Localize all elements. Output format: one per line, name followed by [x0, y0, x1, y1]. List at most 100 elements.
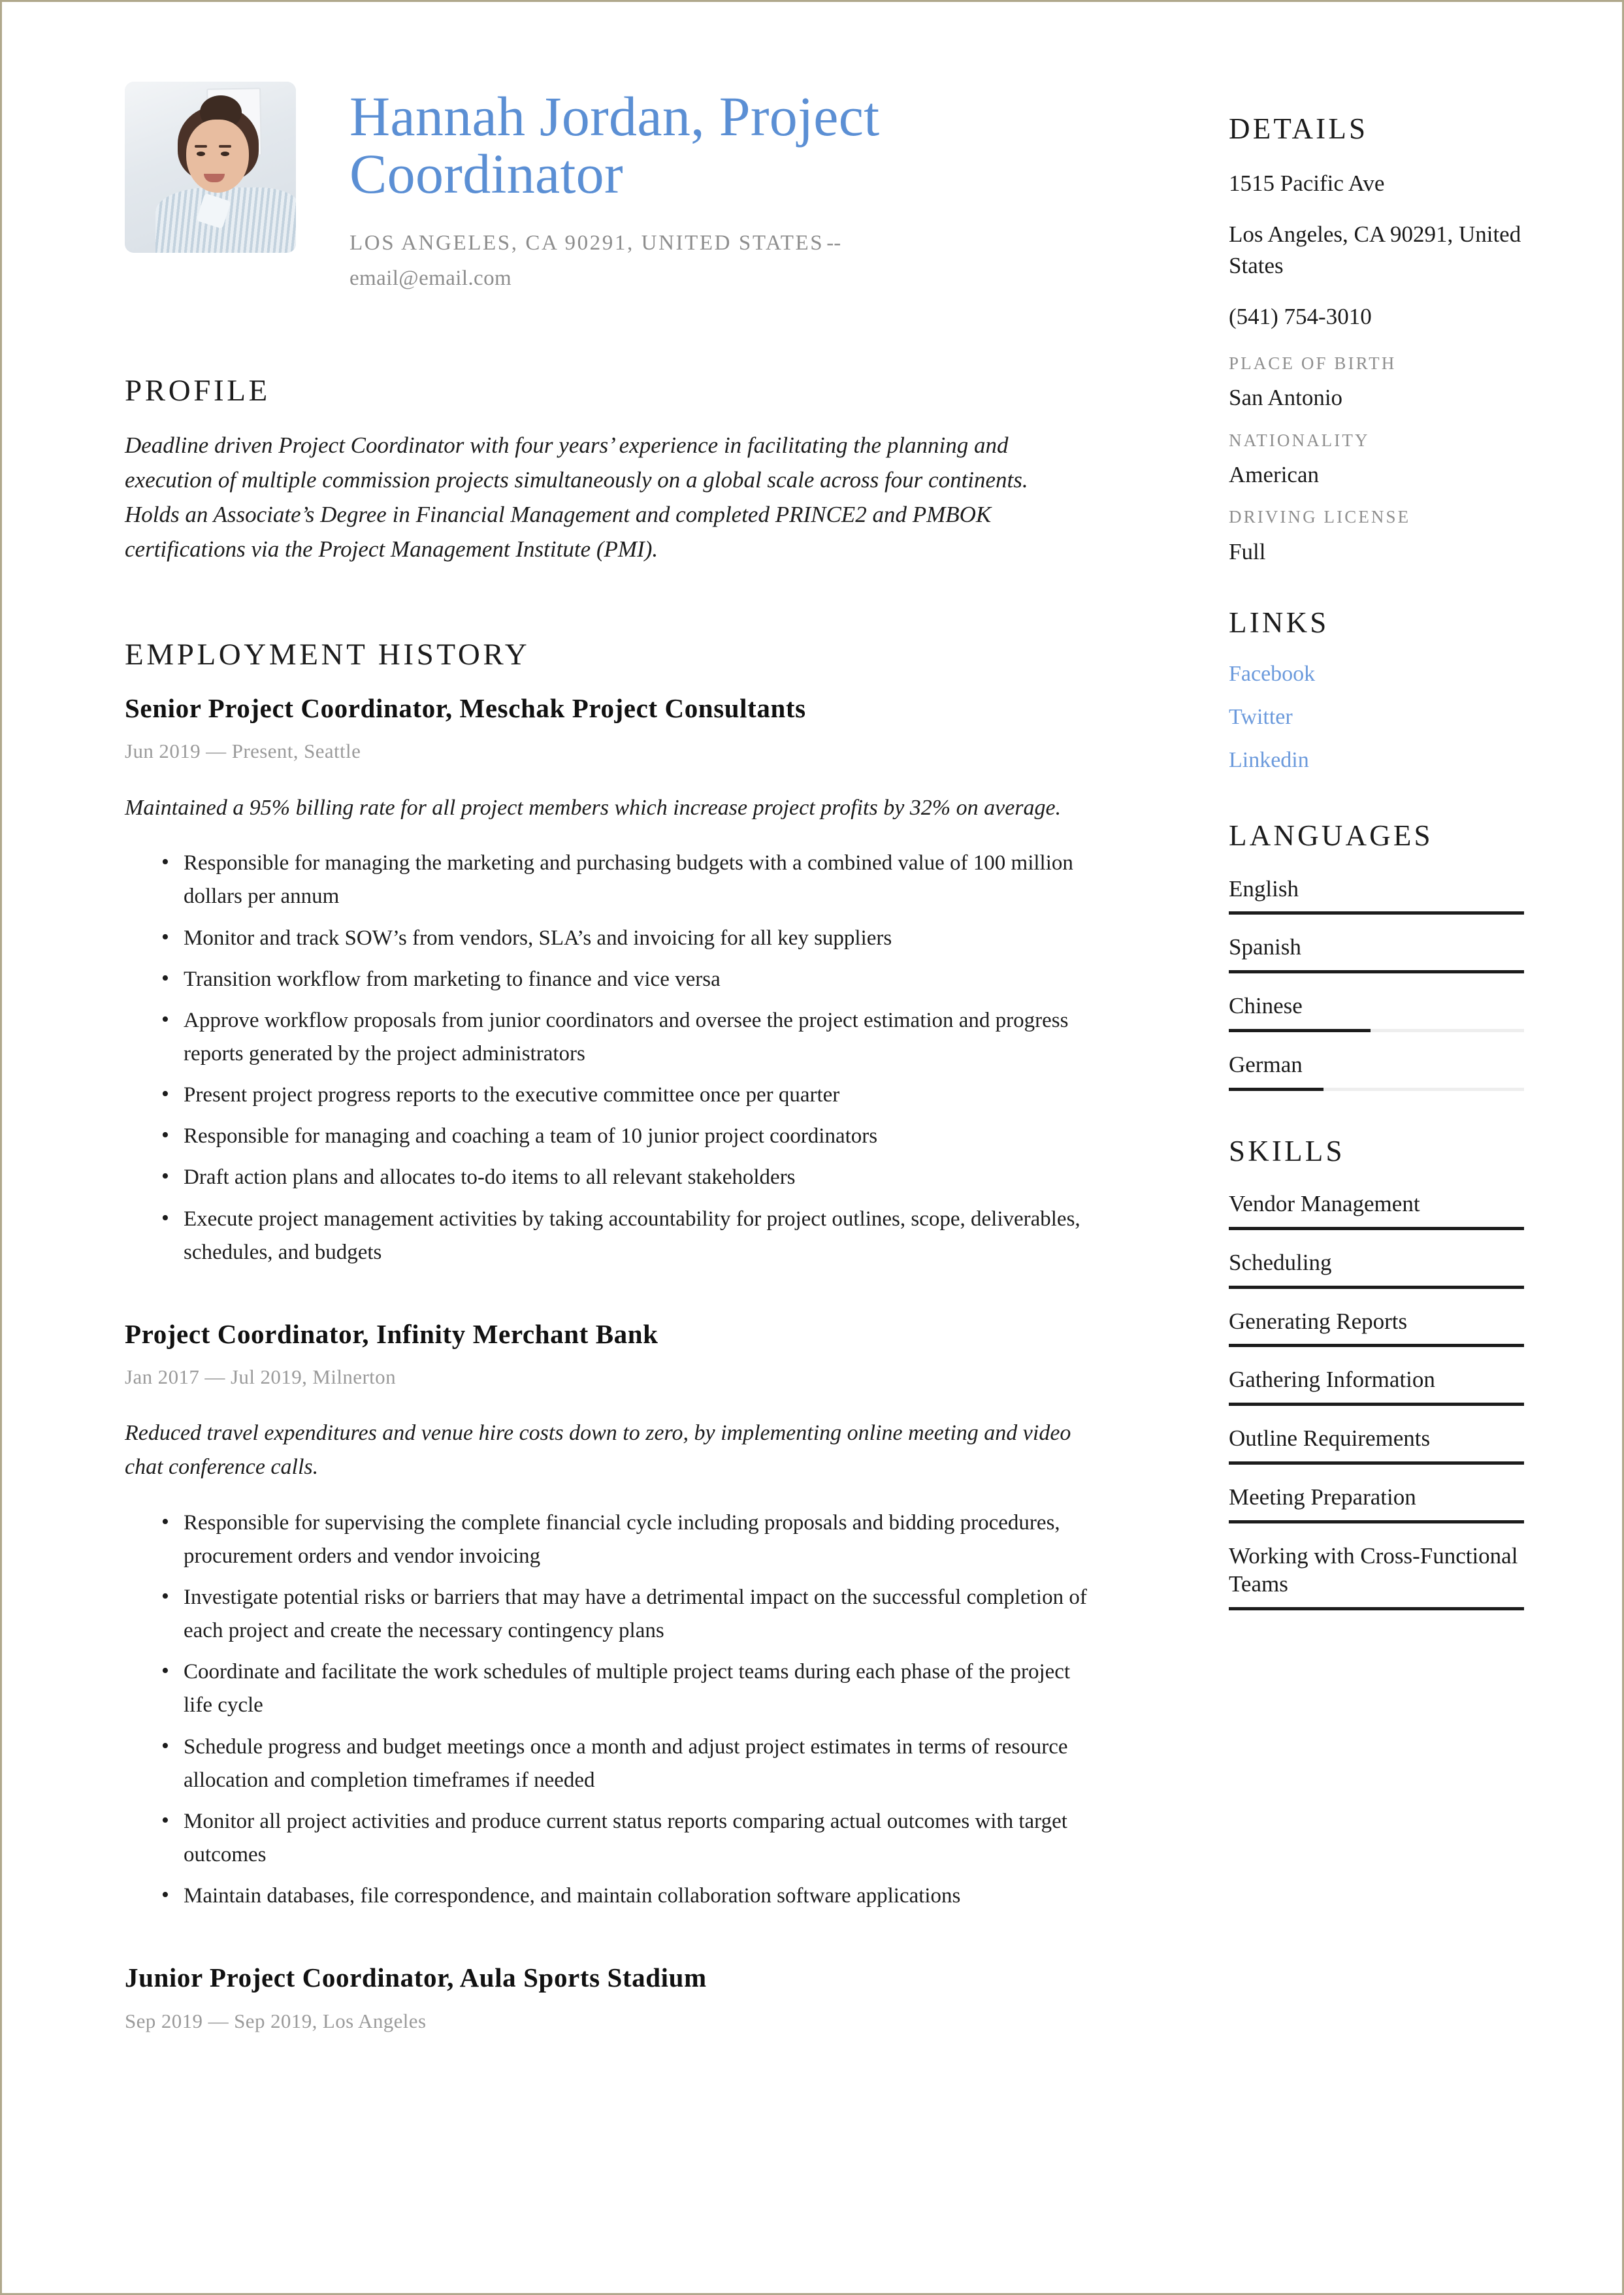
contact-email[interactable]: email@email.com — [349, 267, 512, 290]
job-entry: Senior Project Coordinator, Meschak Proj… — [125, 692, 1098, 1269]
driving-license-value: Full — [1229, 538, 1266, 564]
resume-page: Hannah Jordan, Project Coordinator LOS A… — [0, 0, 1624, 2295]
language-label: English — [1229, 875, 1299, 902]
contact-line: LOS ANGELES, CA 90291, UNITED STATES -- e… — [349, 226, 1042, 296]
language-level-fill — [1229, 911, 1524, 915]
language-level-track — [1229, 911, 1524, 915]
place-of-birth-value: San Antonio — [1229, 385, 1343, 411]
skill-level-track — [1229, 1461, 1524, 1465]
details-section: DETAILS 1515 Pacific Ave Los Angeles, CA… — [1229, 112, 1524, 566]
job-bullet-list: Responsible for managing the marketing a… — [125, 845, 1098, 1269]
language-level-fill — [1229, 1028, 1371, 1032]
contact-separator: -- — [826, 231, 841, 255]
job-entry: Project Coordinator, Infinity Merchant B… — [125, 1318, 1098, 1913]
job-bullet: Maintain databases, file correspondence,… — [161, 1878, 1092, 1913]
skill-level-fill — [1229, 1520, 1524, 1523]
job-bullet: Transition workflow from marketing to fi… — [161, 962, 1092, 996]
skill-level-fill — [1229, 1285, 1524, 1289]
language-label: Chinese — [1229, 993, 1303, 1019]
skills-section: SKILLS Vendor Management Scheduling Gene… — [1229, 1135, 1524, 1611]
skill-item: Scheduling — [1229, 1248, 1524, 1289]
job-bullet: Present project progress reports to the … — [161, 1077, 1092, 1112]
skills-heading: SKILLS — [1229, 1134, 1345, 1167]
job-title: Project Coordinator, Infinity Merchant B… — [125, 1318, 658, 1349]
skill-label: Working with Cross-Functional Teams — [1229, 1542, 1518, 1597]
job-bullet: Schedule progress and budget meetings on… — [161, 1729, 1092, 1797]
nationality-value: American — [1229, 461, 1319, 487]
profile-body: Deadline driven Project Coordinator with… — [125, 432, 1028, 562]
job-meta: Sep 2019 — Sep 2019, Los Angeles — [125, 2009, 427, 2032]
details-heading: DETAILS — [1229, 112, 1369, 145]
job-summary: Maintained a 95% billing rate for all pr… — [125, 795, 1062, 820]
skill-item: Working with Cross-Functional Teams — [1229, 1542, 1524, 1611]
phone-number[interactable]: (541) 754-3010 — [1229, 301, 1524, 333]
links-section: LINKS Facebook Twitter Linkedin — [1229, 607, 1524, 773]
language-level-track — [1229, 1087, 1524, 1091]
photo-shirt — [155, 187, 296, 253]
skill-level-track — [1229, 1520, 1524, 1523]
job-bullet: Monitor and track SOW’s from vendors, SL… — [161, 920, 1092, 955]
languages-heading: LANGUAGES — [1229, 819, 1433, 853]
job-meta: Jun 2019 — Present, Seattle — [125, 740, 361, 763]
employment-section: EMPLOYMENT HISTORY Senior Project Coordi… — [125, 638, 1098, 2034]
language-item: Chinese — [1229, 992, 1524, 1032]
resume-sheet: Hannah Jordan, Project Coordinator LOS A… — [2, 2, 1622, 2293]
profile-section: PROFILE Deadline driven Project Coordina… — [125, 374, 1098, 566]
language-item: German — [1229, 1050, 1524, 1091]
address-street: 1515 Pacific Ave — [1229, 170, 1385, 196]
link-linkedin[interactable]: Linkedin — [1229, 748, 1524, 773]
job-bullet: Monitor all project activities and produ… — [161, 1804, 1092, 1872]
job-bullet: Execute project management activities by… — [161, 1201, 1092, 1269]
main-column: PROFILE Deadline driven Project Coordina… — [125, 374, 1098, 2060]
profile-heading: PROFILE — [125, 374, 270, 408]
language-label: German — [1229, 1051, 1303, 1077]
candidate-name-title: Hannah Jordan, Project Coordinator — [349, 85, 880, 205]
skill-label: Gathering Information — [1229, 1367, 1435, 1393]
skill-level-track — [1229, 1226, 1524, 1230]
skill-item: Outline Requirements — [1229, 1424, 1524, 1465]
skill-item: Meeting Preparation — [1229, 1483, 1524, 1523]
job-summary: Reduced travel expenditures and venue hi… — [125, 1421, 1071, 1480]
photo-eyebrow-left — [195, 144, 208, 148]
job-bullet: Draft action plans and allocates to-do i… — [161, 1160, 1092, 1194]
skill-item: Gathering Information — [1229, 1365, 1524, 1407]
job-title: Junior Project Coordinator, Aula Sports … — [125, 1962, 707, 1993]
language-item: English — [1229, 875, 1524, 915]
job-title: Senior Project Coordinator, Meschak Proj… — [125, 693, 806, 724]
language-level-track — [1229, 1028, 1524, 1032]
job-bullet: Responsible for managing the marketing a… — [161, 845, 1092, 913]
links-heading: LINKS — [1229, 606, 1329, 640]
skill-label: Outline Requirements — [1229, 1425, 1431, 1452]
language-item: Spanish — [1229, 933, 1524, 974]
skill-level-fill — [1229, 1403, 1524, 1407]
place-of-birth-label: PLACE OF BIRTH — [1229, 353, 1397, 373]
link-facebook[interactable]: Facebook — [1229, 662, 1524, 687]
driving-license-label: DRIVING LICENSE — [1229, 507, 1411, 527]
skill-item: Generating Reports — [1229, 1307, 1524, 1348]
skill-level-fill — [1229, 1344, 1524, 1348]
job-bullet: Coordinate and facilitate the work sched… — [161, 1654, 1092, 1722]
skill-label: Meeting Preparation — [1229, 1484, 1416, 1510]
nationality-label: NATIONALITY — [1229, 430, 1370, 450]
address-city: Los Angeles, CA 90291, United States — [1229, 221, 1521, 279]
language-label: Spanish — [1229, 934, 1301, 960]
photo-eyebrow-right — [219, 144, 232, 148]
language-level-track — [1229, 970, 1524, 974]
job-bullet-list: Responsible for supervising the complete… — [125, 1505, 1098, 1913]
job-bullet: Approve workflow proposals from junior c… — [161, 1003, 1092, 1071]
skill-level-track — [1229, 1403, 1524, 1407]
sidebar-column: DETAILS 1515 Pacific Ave Los Angeles, CA… — [1229, 112, 1524, 1629]
language-level-fill — [1229, 1087, 1324, 1091]
skill-label: Scheduling — [1229, 1249, 1332, 1275]
skill-level-track — [1229, 1285, 1524, 1289]
link-twitter[interactable]: Twitter — [1229, 705, 1524, 730]
employment-heading: EMPLOYMENT HISTORY — [125, 638, 530, 672]
skill-item: Vendor Management — [1229, 1190, 1524, 1230]
job-entry: Junior Project Coordinator, Aula Sports … — [125, 1961, 1098, 2034]
languages-section: LANGUAGES English Spanish Chinese German — [1229, 820, 1524, 1091]
skill-level-track — [1229, 1344, 1524, 1348]
profile-photo — [125, 82, 296, 253]
job-bullet: Responsible for supervising the complete… — [161, 1505, 1092, 1573]
skill-level-fill — [1229, 1461, 1524, 1465]
job-bullet: Investigate potential risks or barriers … — [161, 1580, 1092, 1648]
